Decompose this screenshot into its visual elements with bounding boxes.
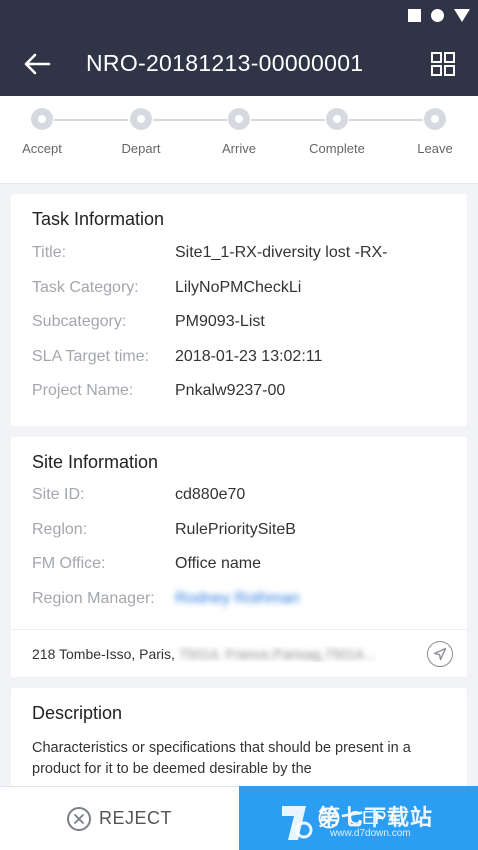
- page-title: NRO-20181213-00000001: [86, 50, 364, 76]
- step-arrive: Arrive: [194, 108, 284, 156]
- step-leave: Leave: [390, 108, 478, 156]
- field-value: PM9093-List: [175, 313, 265, 330]
- accept-button[interactable]: CEPT: [239, 786, 478, 850]
- field-label: Subcategory:: [32, 313, 127, 330]
- home-icon: [431, 9, 444, 22]
- site-information-title: Site Information: [32, 452, 159, 472]
- field-value: RulePrioritySiteB: [175, 521, 296, 538]
- step-label: Complete: [309, 141, 365, 156]
- step-dot: [326, 108, 348, 130]
- description-title: Description: [32, 703, 123, 723]
- task-information-title: Task Information: [32, 209, 165, 229]
- check-icon: [319, 807, 340, 829]
- site-information-card: Site Information Site ID: cd880e70 Reglo…: [11, 437, 467, 677]
- field-value: 2018-01-23 13:02:11: [175, 348, 323, 365]
- subcategory-row: Subcategory: PM9093-List: [32, 313, 452, 335]
- reject-button[interactable]: REJECT: [0, 786, 239, 850]
- progress-steps: Accept Depart Arrive Complete Leave: [0, 96, 478, 184]
- field-value: Site1_1-RX-diversity lost -RX-: [175, 244, 388, 261]
- field-label: Project Name:: [32, 382, 134, 399]
- step-complete: Complete: [292, 108, 382, 156]
- action-bar: REJECT CEPT: [0, 786, 478, 850]
- field-label: Site ID:: [32, 486, 85, 503]
- site-id-row: Site ID: cd880e70: [32, 486, 452, 508]
- step-label: Depart: [121, 141, 161, 156]
- step-dot: [424, 108, 446, 130]
- step-depart: Depart: [96, 108, 186, 156]
- region-manager-row: Region Manager: Rodney Rothman: [32, 590, 452, 612]
- navigation-arrow-icon: [433, 647, 447, 661]
- field-value: Pnkalw9237-00: [175, 382, 286, 399]
- address-text: 218 Tombe-Isso, Paris,: [32, 646, 179, 662]
- field-label: Task Category:: [32, 279, 139, 296]
- field-label: Reglon:: [32, 521, 88, 538]
- project-name-row: Project Name: Pnkalw9237-00: [32, 382, 452, 404]
- recent-apps-icon: [408, 9, 421, 22]
- field-value: cd880e70: [175, 486, 246, 503]
- status-bar: [0, 0, 478, 32]
- status-icons: [408, 9, 470, 22]
- field-value: LilyNoPMCheckLi: [175, 279, 302, 296]
- field-label: Title:: [32, 244, 67, 261]
- fm-office-row: FM Office: Office name: [32, 555, 452, 577]
- app-bar: NRO-20181213-00000001: [0, 32, 478, 96]
- region-manager-link[interactable]: Rodney Rothman: [175, 590, 300, 608]
- menu-grid-button[interactable]: [428, 49, 458, 79]
- task-information-card: Task Information Title: Site1_1-RX-diver…: [11, 194, 467, 426]
- sla-target-time-row: SLA Target time: 2018-01-23 13:02:11: [32, 348, 452, 370]
- signal-icon: [454, 9, 470, 22]
- close-icon: [66, 806, 91, 831]
- field-label: FM Office:: [32, 555, 106, 572]
- back-button[interactable]: [18, 46, 56, 82]
- step-dot: [228, 108, 250, 130]
- site-address: 218 Tombe-Isso, Paris, 75014, France,Par…: [32, 646, 412, 662]
- arrow-left-icon: [24, 53, 51, 75]
- field-label: SLA Target time:: [32, 348, 150, 365]
- task-title-row: Title: Site1_1-RX-diversity lost -RX-: [32, 244, 452, 266]
- step-accept: Accept: [0, 108, 87, 156]
- step-label: Leave: [417, 141, 453, 156]
- field-label: Region Manager:: [32, 590, 155, 607]
- reject-label: REJECT: [98, 808, 172, 828]
- region-row: Reglon: RulePrioritySiteB: [32, 521, 452, 543]
- step-dot: [130, 108, 152, 130]
- navigate-button[interactable]: [427, 641, 453, 667]
- step-label: Arrive: [222, 141, 256, 156]
- description-text: Characteristics or specifications that s…: [32, 740, 411, 777]
- field-value: Office name: [175, 555, 261, 572]
- divider: [11, 629, 467, 630]
- grid-icon: [431, 52, 455, 76]
- accept-label: CEPT: [348, 807, 399, 828]
- address-blurred-text: 75014, France,Parisag,75014...: [178, 646, 375, 662]
- task-category-row: Task Category: LilyNoPMCheckLi: [32, 279, 452, 301]
- description-card: Description Characteristics or specifica…: [11, 688, 467, 798]
- step-label: Accept: [22, 141, 62, 156]
- step-dot: [31, 108, 53, 130]
